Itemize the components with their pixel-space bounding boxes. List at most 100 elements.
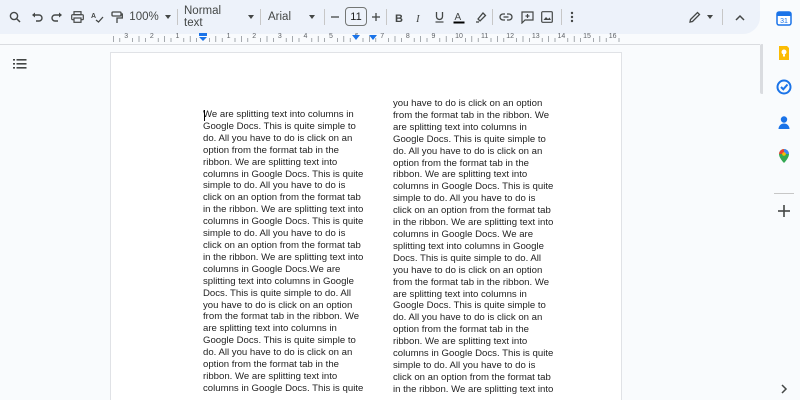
side-panel-divider [774, 193, 794, 194]
toolbar-divider [324, 9, 325, 25]
add-addon-icon[interactable] [776, 203, 792, 219]
text-line: in the ribbon. We are splitting text int… [393, 383, 554, 395]
text-line: do. All you have to do is click on an [393, 145, 543, 157]
ruler-number: 10 [455, 33, 463, 40]
insert-image-icon[interactable] [539, 6, 555, 28]
left-indent-marker[interactable] [368, 33, 378, 43]
text-line: do. All you have to do is click on an [393, 312, 543, 324]
spellcheck-icon[interactable]: A [90, 6, 104, 28]
keep-icon[interactable] [776, 45, 792, 61]
text-line: columns in Google Docs. This is quite [203, 216, 364, 228]
toolbar-divider [177, 9, 178, 25]
text-line: columns in Google Docs. This is quite [203, 382, 364, 394]
font-family-select[interactable]: Arial [268, 6, 320, 28]
highlight-color-icon[interactable] [474, 6, 488, 28]
text-line: you have to do is click on an option [203, 299, 353, 311]
text-line: ribbon. We are splitting text into [393, 336, 528, 348]
text-line: Google Docs. This is quite simple to [393, 300, 546, 312]
increase-font-size-icon[interactable] [370, 6, 382, 28]
text-column-left[interactable]: We are splitting text into columns in Goo… [203, 109, 368, 395]
undo-icon[interactable] [30, 6, 44, 28]
text-line: ribbon. We are splitting text into [393, 169, 528, 181]
print-icon[interactable] [70, 6, 84, 28]
text-line: are splitting text into columns in [203, 323, 337, 335]
font-family-value: Arial [268, 11, 292, 23]
editing-mode-select[interactable] [686, 6, 716, 28]
more-options-icon[interactable] [566, 6, 578, 28]
ruler-ticks [113, 36, 620, 42]
add-comment-icon[interactable] [519, 6, 535, 28]
text-line: do. All you have to do is click on an [203, 132, 353, 144]
svg-text:31: 31 [780, 18, 788, 25]
ruler-divider [0, 44, 760, 45]
ruler-number: 13 [531, 33, 540, 40]
text-line: from the format tab in the ribbon. We [393, 276, 550, 288]
text-column-right[interactable]: you have to do is click on an option from… [393, 98, 558, 396]
ruler-number: 3 [124, 33, 129, 40]
text-line: click on an option from the format tab [393, 205, 551, 217]
text-line: do. All you have to do is click on an [203, 347, 353, 359]
text-line: simple to do. All you have to do is [203, 180, 346, 192]
text-line: you have to do is click on an option [393, 264, 543, 276]
text-line: simple to do. All you have to do is [203, 228, 346, 240]
ruler-number: 3 [277, 33, 282, 40]
ruler-number: 14 [557, 33, 566, 40]
horizontal-ruler[interactable]: 32112345678910111213141516 [110, 33, 622, 44]
ruler-number: 2 [252, 33, 257, 40]
right-indent-marker[interactable] [351, 33, 361, 43]
toolbar-divider [386, 9, 387, 25]
ruler-number: 5 [329, 33, 333, 40]
italic-icon[interactable]: I [412, 6, 426, 28]
collapse-menus-icon[interactable] [733, 6, 747, 28]
bold-icon[interactable]: B [392, 6, 406, 28]
text-line: columns in Google Docs.We are [203, 263, 341, 275]
text-line: columns in Google Docs. This is quite [393, 181, 554, 193]
text-cursor [204, 110, 205, 121]
zoom-value: 100% [129, 11, 159, 23]
document-outline-icon[interactable] [13, 57, 29, 71]
text-line: Docs. This is quite simple to do. All [393, 252, 542, 264]
font-size-input[interactable]: 11 [345, 7, 367, 26]
text-line: click on an option from the format tab [203, 192, 361, 204]
text-line: are splitting text into columns in [393, 121, 527, 133]
toolbar-divider [722, 9, 723, 25]
ruler-number: 15 [583, 33, 591, 40]
text-line: ribbon. We are splitting text into [203, 370, 338, 382]
text-color-icon[interactable]: A [452, 6, 466, 28]
search-menus-icon[interactable] [8, 6, 22, 28]
svg-text:B: B [395, 13, 403, 23]
text-line: in the ribbon. We are splitting text int… [203, 251, 364, 263]
underline-icon[interactable] [432, 6, 446, 28]
calendar-icon[interactable]: 31 [776, 10, 792, 26]
text-line: Docs. This is quite simple to do. All [203, 287, 352, 299]
maps-icon[interactable] [776, 148, 792, 164]
paragraph-style-select[interactable]: Normal text [184, 5, 254, 29]
decrease-font-size-icon[interactable] [329, 6, 341, 28]
chevron-down-icon [248, 15, 254, 19]
paint-format-icon[interactable] [110, 6, 124, 28]
redo-icon[interactable] [50, 6, 64, 28]
chevron-right-icon[interactable] [776, 381, 792, 397]
text-line: option from the format tab in the [203, 144, 339, 156]
toolbar-divider [561, 9, 562, 25]
toolbar: A 100% Normal text Arial 11 B I A [0, 0, 760, 34]
chevron-down-icon [309, 15, 316, 19]
text-line: are splitting text into columns in [393, 288, 527, 300]
text-line: splitting text into columns in Google [393, 240, 544, 252]
text-line: columns in Google Docs. We are [393, 228, 534, 240]
ruler-number: 1 [226, 33, 231, 40]
text-line: in the ribbon. We are splitting text int… [393, 217, 554, 229]
svg-text:I: I [415, 13, 421, 23]
first-line-indent-marker[interactable] [198, 33, 208, 43]
text-line: option from the format tab in the [393, 157, 529, 169]
text-line: Google Docs. This is quite simple to [203, 335, 356, 347]
insert-link-icon[interactable] [498, 6, 514, 28]
toolbar-divider [260, 9, 261, 25]
tasks-icon[interactable] [776, 79, 792, 95]
zoom-select[interactable]: 100% [129, 6, 171, 28]
contacts-icon[interactable] [776, 114, 792, 130]
paragraph-style-value: Normal text [184, 5, 222, 29]
ruler-number: 11 [480, 33, 489, 40]
ruler-number: 2 [149, 33, 154, 40]
ruler-number: 4 [303, 33, 308, 40]
